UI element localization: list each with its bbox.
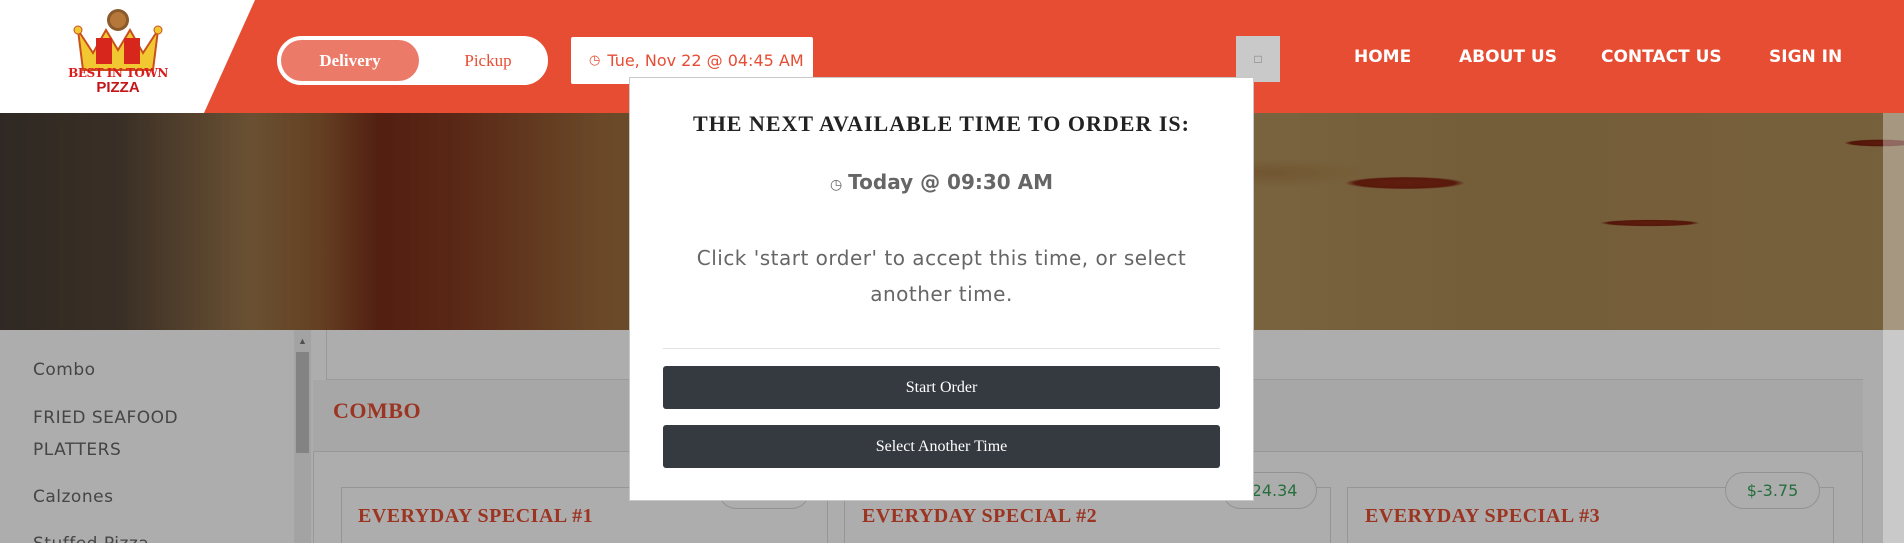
logo-text-line1: BEST IN TOWN [68, 66, 168, 80]
modal-title: THE NEXT AVAILABLE TIME TO ORDER IS: [693, 111, 1190, 136]
nav-about-label: ABOUT US [1459, 46, 1557, 67]
logo-text-line2: PIZZA [96, 79, 140, 96]
delivery-option[interactable]: Delivery [281, 40, 419, 81]
select-another-time-button[interactable]: Select Another Time [663, 425, 1220, 468]
nav-signin-label: SIGN IN [1769, 46, 1843, 67]
nav-sign-in[interactable]: SIGN IN [1769, 0, 1842, 113]
next-available-time-label: Today @ 09:30 AM [848, 170, 1054, 194]
nav-contact-label: CONTACT US [1601, 46, 1722, 67]
modal-divider [663, 348, 1220, 349]
pickup-option[interactable]: Pickup [419, 40, 557, 81]
next-available-time: ◷ Today @ 09:30 AM [629, 170, 1254, 194]
clock-icon: ◷ [829, 177, 843, 193]
order-datetime-label: Tue, Nov 22 @ 04:45 AM [607, 51, 804, 70]
modal-message: Click 'start order' to accept this time,… [696, 246, 1187, 306]
start-order-button[interactable]: Start Order [663, 366, 1220, 409]
page-scrollbar[interactable] [1883, 113, 1904, 543]
clock-icon: ◷ [589, 53, 601, 68]
nav-home[interactable]: HOME [1354, 0, 1411, 113]
order-type-toggle: Delivery Pickup [277, 36, 548, 85]
nav-about-us[interactable]: ABOUT US [1459, 0, 1557, 113]
nav-contact-us[interactable]: CONTACT US [1601, 0, 1722, 113]
brand-logo[interactable]: BEST IN TOWN PIZZA [68, 8, 168, 106]
search-button[interactable]: □ [1236, 36, 1280, 82]
nav-home-label: HOME [1354, 46, 1412, 67]
search-icon: □ [1254, 52, 1262, 66]
page: BEST IN TOWN PIZZA Delivery Pickup ◷ Tue… [0, 0, 1904, 543]
